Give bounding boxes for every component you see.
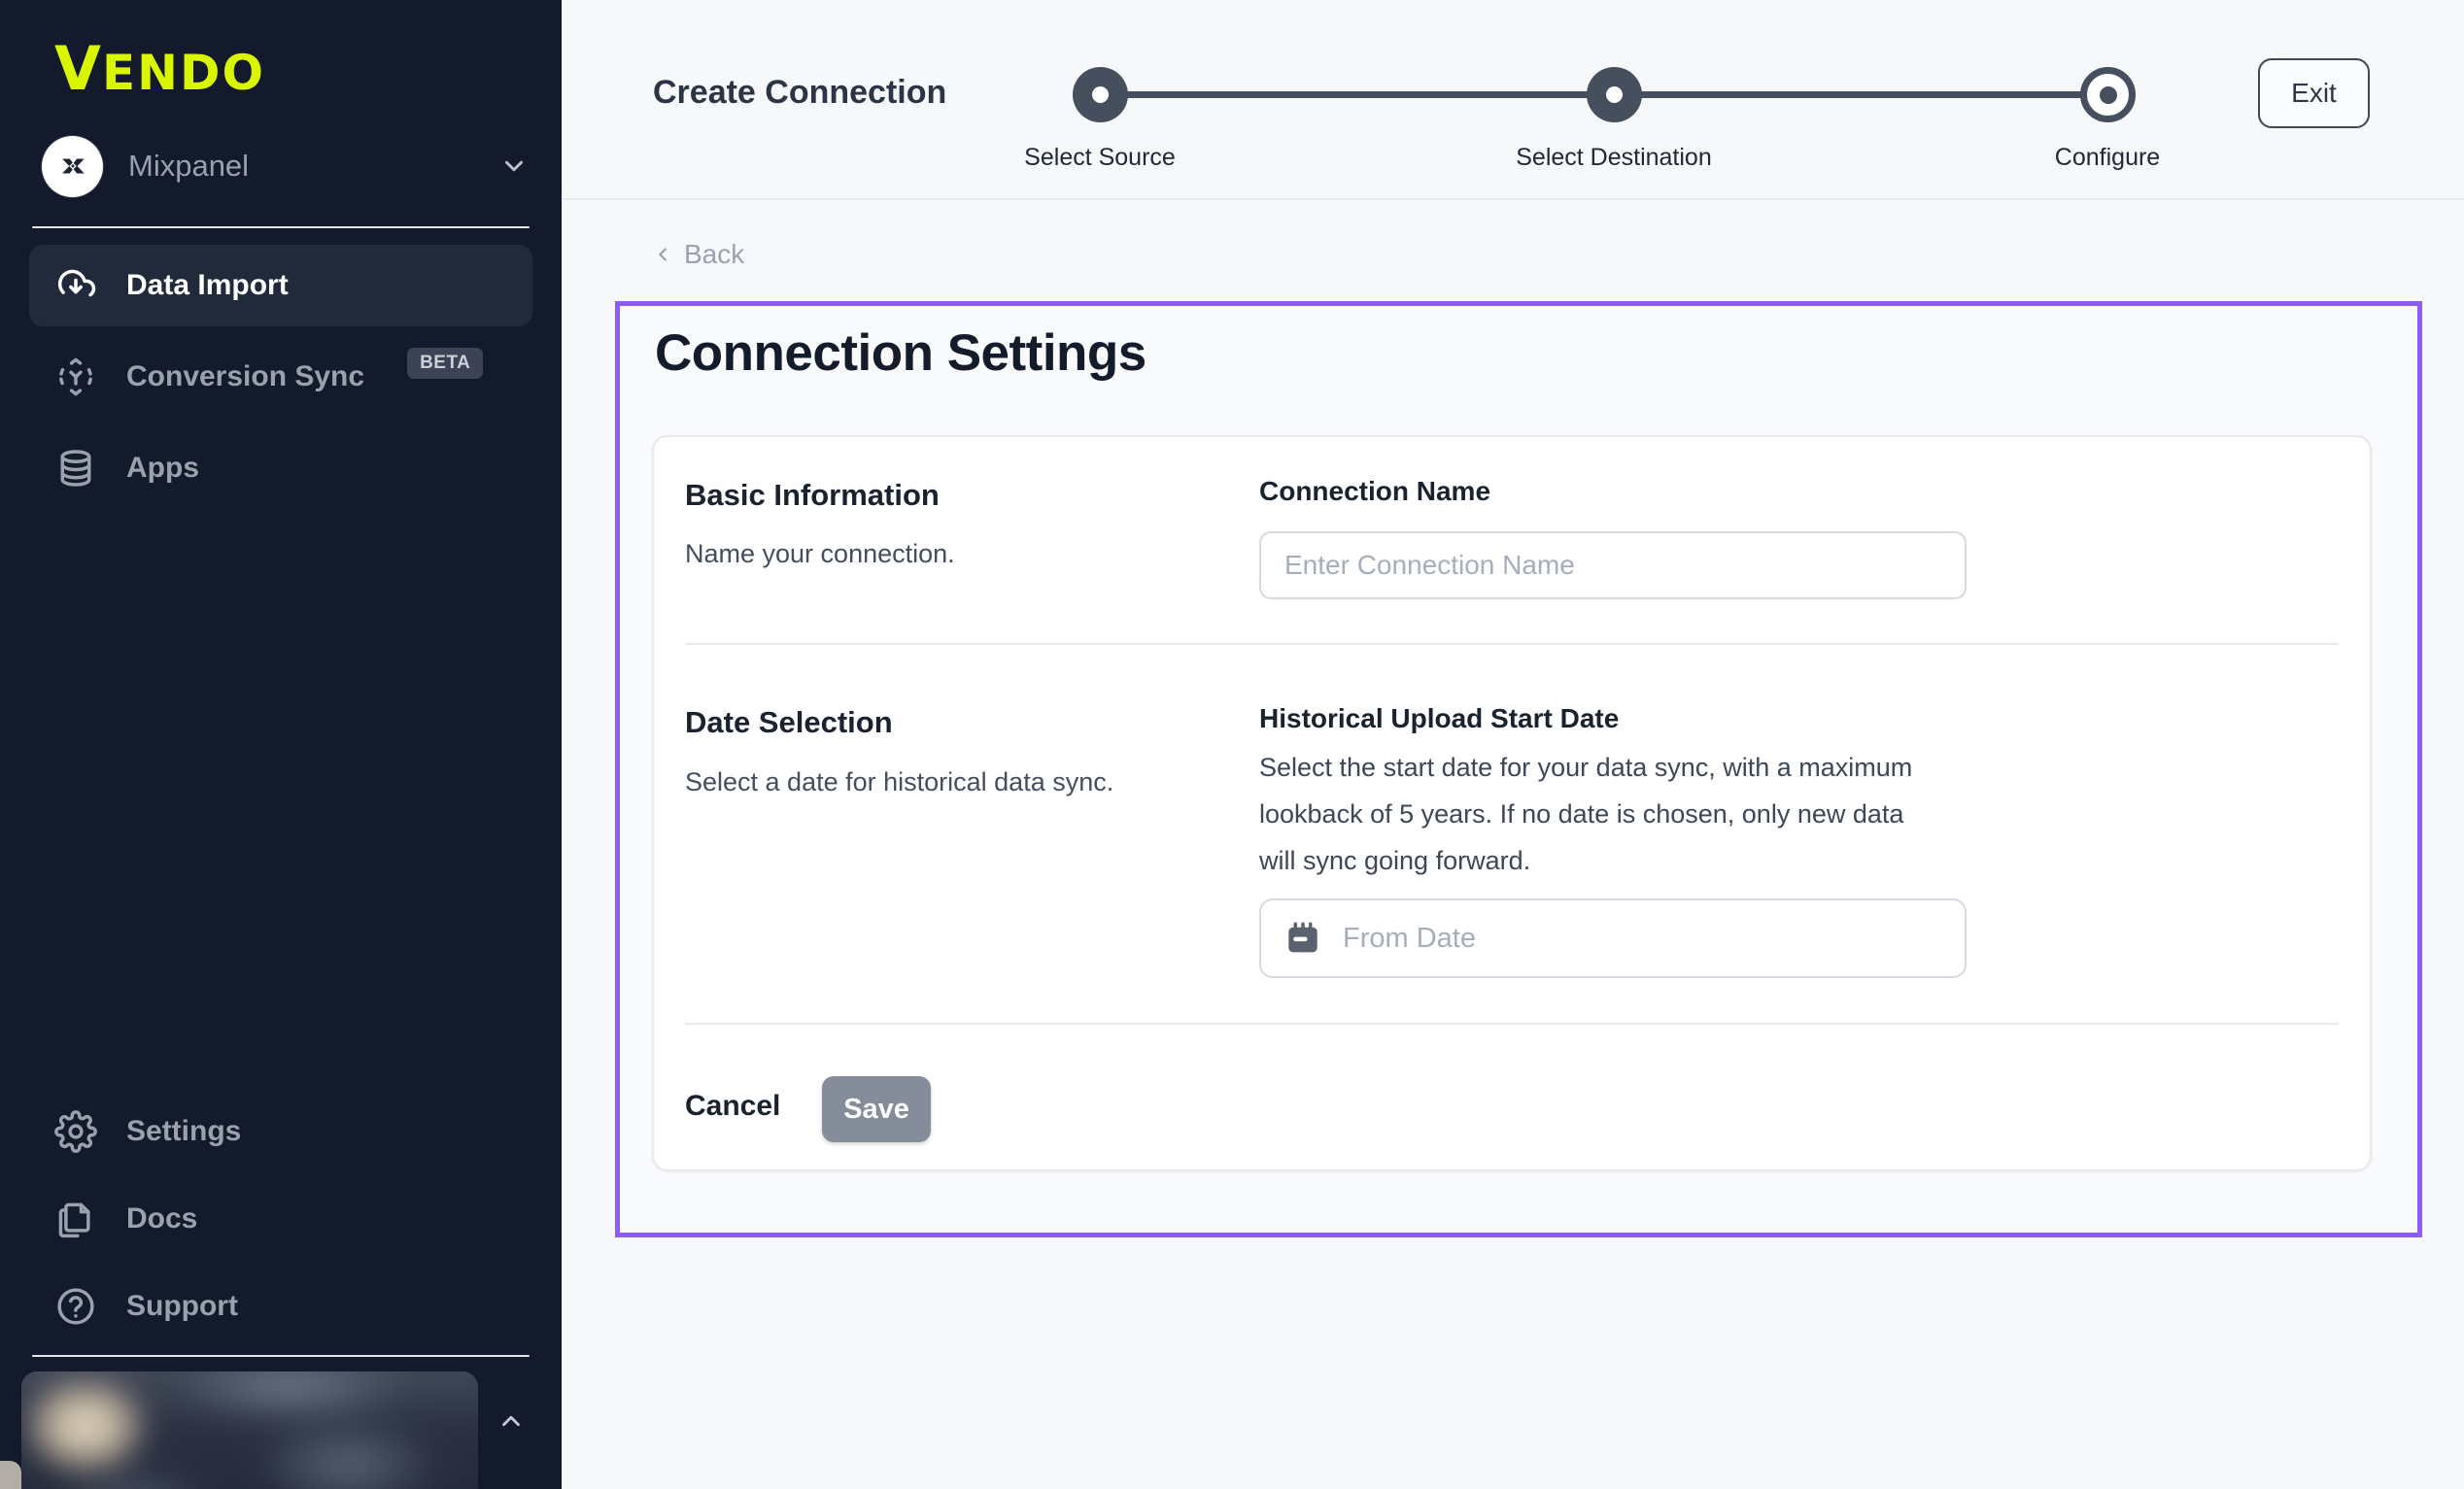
gear-icon: [54, 1110, 97, 1153]
date-selection-description: Select a date for historical data sync.: [685, 767, 1113, 797]
chevron-up-icon[interactable]: [494, 1406, 529, 1436]
historical-upload-description: Select the start date for your data sync…: [1259, 744, 1930, 884]
wizard-header: Create Connection Select Source Select D…: [562, 0, 2464, 200]
workspace-name: Mixpanel: [128, 149, 249, 184]
back-label: Back: [684, 239, 744, 270]
chevron-down-icon: [499, 152, 529, 181]
sidebar-item-label: Settings: [126, 1115, 241, 1148]
app-screen: VENDO Mixpanel: [0, 0, 2464, 1489]
blurred-profile-content: [21, 1371, 478, 1489]
sidebar-item-label: Data Import: [126, 269, 289, 302]
sidebar-item-label: Docs: [126, 1202, 197, 1235]
beta-badge: BETA: [407, 348, 483, 379]
step-label-select-source: Select Source: [1024, 144, 1176, 172]
date-selection-title: Date Selection: [685, 705, 893, 740]
mixpanel-logo-icon: [42, 136, 103, 197]
cancel-button[interactable]: Cancel: [685, 1090, 780, 1123]
sidebar-footer-nav: Settings Docs: [0, 1088, 562, 1350]
connection-settings-panel: Connection Settings Basic Information Na…: [615, 301, 2422, 1237]
from-date-input[interactable]: [1343, 923, 1943, 955]
step-label-configure: Configure: [2055, 144, 2160, 172]
from-date-field[interactable]: [1259, 898, 1967, 978]
main-content: Create Connection Select Source Select D…: [562, 0, 2464, 1489]
connection-name-label: Connection Name: [1259, 476, 1490, 507]
vendo-logo[interactable]: VENDO: [54, 33, 265, 104]
back-button[interactable]: Back: [653, 239, 744, 270]
settings-card: Basic Information Name your connection. …: [652, 435, 2372, 1171]
step-circle-configure[interactable]: [2080, 67, 2136, 122]
sidebar-item-apps[interactable]: Apps: [29, 427, 532, 509]
section-divider: [685, 643, 2339, 645]
sidebar-item-label: Conversion Sync: [126, 360, 364, 393]
sidebar-item-support[interactable]: Support: [29, 1263, 532, 1350]
logo-text-rest: ENDO: [102, 45, 265, 101]
exit-button[interactable]: Exit: [2258, 58, 2370, 128]
sidebar-item-settings[interactable]: Settings: [29, 1088, 532, 1175]
connection-name-input[interactable]: [1259, 531, 1967, 599]
sidebar-item-label: Apps: [126, 452, 199, 485]
axes-sync-icon: [54, 355, 97, 398]
basic-info-title: Basic Information: [685, 478, 940, 513]
cloud-download-icon: [54, 264, 97, 307]
save-button[interactable]: Save: [822, 1076, 931, 1142]
database-icon: [54, 447, 97, 490]
sidebar-item-data-import[interactable]: Data Import: [29, 245, 532, 326]
step-circle-select-source[interactable]: [1073, 67, 1128, 122]
calendar-icon: [1283, 918, 1323, 959]
chevron-left-icon: [653, 244, 674, 265]
sidebar-divider: [32, 1355, 530, 1357]
logo-text-cap: V: [54, 33, 102, 104]
footer-divider: [685, 1023, 2339, 1025]
sidebar-item-label: Support: [126, 1290, 238, 1323]
historical-upload-label: Historical Upload Start Date: [1259, 703, 1619, 734]
pages-icon: [54, 1198, 97, 1240]
step-label-select-destination: Select Destination: [1516, 144, 1712, 172]
basic-info-description: Name your connection.: [685, 539, 955, 569]
sidebar-item-docs[interactable]: Docs: [29, 1175, 532, 1263]
wizard-title: Create Connection: [653, 74, 946, 112]
help-circle-icon: [54, 1285, 97, 1328]
sidebar-item-conversion-sync[interactable]: Conversion Sync BETA: [29, 336, 532, 418]
sidebar-nav: Data Import Conversion Sync BETA: [0, 245, 562, 519]
sidebar: VENDO Mixpanel: [0, 0, 562, 1489]
sidebar-divider: [32, 226, 530, 228]
step-circle-select-destination[interactable]: [1587, 67, 1642, 122]
corner-peek-shape: [0, 1461, 21, 1489]
page-title: Connection Settings: [655, 323, 1146, 383]
workspace-selector[interactable]: Mixpanel: [42, 134, 529, 198]
user-profile-card[interactable]: [21, 1371, 478, 1489]
